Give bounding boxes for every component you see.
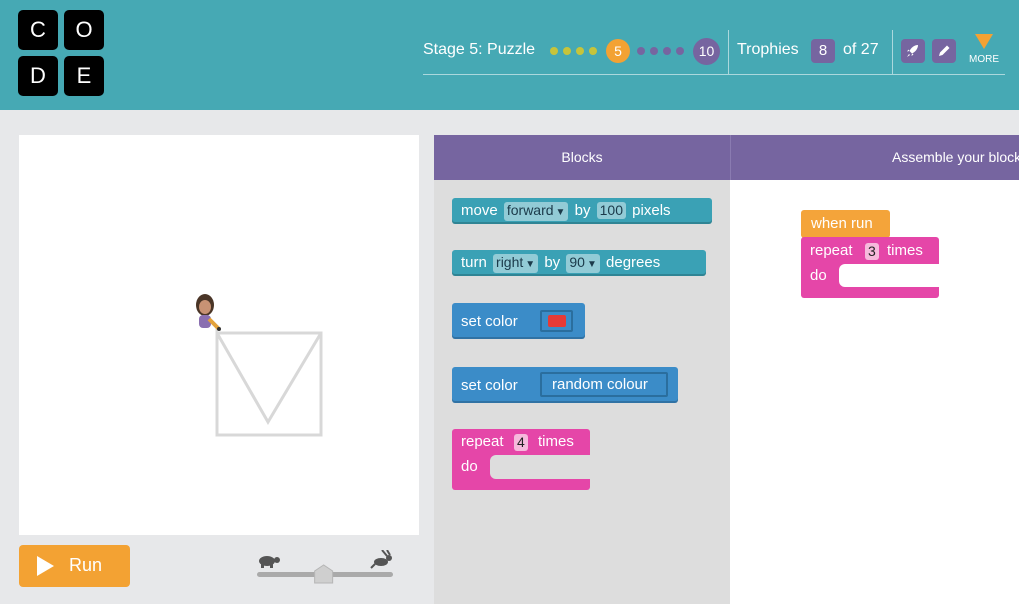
turtle-icon [259, 556, 280, 568]
edit-button[interactable] [932, 39, 956, 63]
turn-label: turn [461, 254, 487, 271]
repeat-count-field[interactable]: 4 [514, 434, 528, 451]
random-colour-label: random colour [552, 376, 648, 393]
divider [728, 30, 729, 74]
times-label: times [887, 242, 923, 259]
slider-thumb[interactable] [314, 564, 334, 584]
logo-letter: O [64, 10, 104, 50]
pencil-icon [939, 45, 950, 56]
color-picker[interactable] [540, 310, 573, 332]
run-label: Run [69, 555, 103, 575]
divider [892, 30, 893, 74]
puzzle-dot-pending[interactable] [650, 47, 658, 55]
set-color-random-block[interactable]: set color random colour [452, 367, 678, 403]
unit-label: pixels [632, 202, 671, 219]
dropdown-arrow-icon: ▼ [586, 259, 597, 270]
last-puzzle-badge[interactable]: 10 [693, 38, 720, 65]
angle-dropdown[interactable]: 90 ▼ [566, 254, 600, 273]
when-run-block[interactable]: when run [801, 210, 890, 238]
dropdown-value: 90 [569, 254, 585, 270]
by-label: by [544, 254, 561, 271]
puzzle-dot-completed[interactable] [563, 47, 571, 55]
more-label[interactable]: MORE [969, 54, 999, 65]
current-puzzle-badge[interactable]: 5 [606, 39, 630, 63]
puzzle-dot-completed[interactable] [550, 47, 558, 55]
logo-letter: D [18, 56, 58, 96]
turn-block[interactable]: turn right ▼ by 90 ▼ degrees [452, 250, 706, 276]
rocket-icon [907, 45, 918, 57]
repeat-block[interactable]: repeat 3 times do [801, 237, 939, 298]
random-colour-block[interactable]: random colour [540, 372, 668, 397]
distance-field[interactable]: 100 [596, 202, 626, 219]
logo-letter: C [18, 10, 58, 50]
progress-nav: Stage 5: Puzzle 5 10 Trophies 8 of 27 MO… [423, 30, 1005, 75]
puzzle-dot-pending[interactable] [637, 47, 645, 55]
repeat-count-field[interactable]: 3 [865, 243, 879, 260]
trophies-label: Trophies [737, 41, 799, 58]
by-label: by [574, 202, 591, 219]
drawing-surface [196, 294, 323, 437]
workspace-header: Assemble your blocks here [730, 135, 1019, 180]
stage-title: Stage 5: Puzzle [423, 41, 536, 58]
repeat-label: repeat [810, 242, 853, 259]
do-label: do [810, 267, 827, 284]
rocket-button[interactable] [901, 39, 925, 63]
dropdown-value: right [496, 254, 524, 270]
statement-slot[interactable] [839, 264, 939, 287]
repeat-block[interactable]: repeat 4 times do [452, 429, 590, 490]
triangle-down-icon [975, 34, 993, 49]
trophies-count: 8 [811, 39, 835, 63]
set-color-label: set color [461, 377, 518, 394]
dropdown-arrow-icon: ▼ [555, 207, 566, 218]
repeat-label: repeat [461, 433, 504, 450]
workspace[interactable]: when run repeat 3 times do [730, 180, 1019, 604]
rabbit-icon [370, 549, 392, 569]
toolbox-header: Blocks [434, 135, 730, 180]
puzzle-dot-pending[interactable] [676, 47, 684, 55]
set-color-block[interactable]: set color [452, 303, 585, 339]
puzzle-dot-completed[interactable] [576, 47, 584, 55]
move-label: move [461, 202, 498, 219]
more-menu[interactable] [974, 33, 994, 51]
turn-direction-dropdown[interactable]: right ▼ [493, 254, 539, 273]
logo-letter: E [64, 56, 104, 96]
dropdown-arrow-icon: ▼ [525, 259, 536, 270]
dropdown-value: forward [506, 202, 554, 218]
puzzle-dot-completed[interactable] [589, 47, 597, 55]
artist-character [196, 294, 221, 331]
unit-label: degrees [606, 254, 661, 271]
times-label: times [538, 433, 574, 450]
workspace-title: Assemble your blocks here [892, 149, 1019, 165]
header-rule [423, 74, 1005, 75]
move-block[interactable]: move forward ▼ by 100 pixels [452, 198, 712, 224]
artist-canvas [19, 135, 419, 535]
code-logo[interactable]: C O D E [18, 10, 106, 96]
color-swatch [548, 315, 566, 327]
run-button[interactable]: Run [19, 545, 130, 587]
top-bar: C O D E Stage 5: Puzzle 5 10 Trophies 8 … [0, 0, 1019, 110]
statement-slot[interactable] [490, 455, 590, 479]
set-color-label: set color [461, 313, 518, 330]
speed-slider[interactable] [256, 549, 396, 584]
do-label: do [461, 458, 478, 475]
toolbox: move forward ▼ by 100 pixels turn right ▼ … [434, 180, 730, 604]
direction-dropdown[interactable]: forward ▼ [503, 202, 569, 221]
trophies-total: of 27 [843, 41, 879, 58]
when-run-label: when run [811, 215, 873, 232]
puzzle-dot-pending[interactable] [663, 47, 671, 55]
play-icon [37, 556, 54, 576]
